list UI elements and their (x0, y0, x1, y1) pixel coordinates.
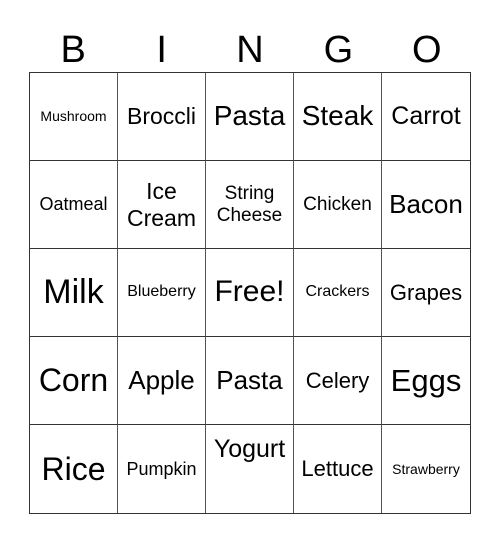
bingo-cell-label: Broccli (126, 103, 196, 130)
bingo-cell[interactable]: Rice (30, 425, 118, 513)
bingo-cell-label: Oatmeal (39, 194, 108, 215)
bingo-cell[interactable]: Carrot (382, 73, 470, 161)
bingo-cell[interactable]: Ice Cream (118, 161, 206, 249)
bingo-cell-label: Bacon (389, 188, 463, 219)
bingo-cell[interactable]: Pumpkin (118, 425, 206, 513)
bingo-cell-label: Apple (128, 364, 195, 395)
bingo-cell-label: Mushroom (40, 108, 107, 125)
bingo-cell-label: Celery (305, 367, 370, 393)
bingo-cell[interactable]: Grapes (382, 249, 470, 337)
free-space-cell[interactable]: Free! (206, 249, 294, 337)
bingo-cell[interactable]: Milk (30, 249, 118, 337)
bingo-cell-label: Free! (214, 275, 285, 309)
bingo-cell-label: Corn (38, 362, 109, 399)
bingo-cell[interactable]: Corn (30, 337, 118, 425)
bingo-cell-label: Yogurt (213, 435, 286, 463)
bingo-cell-label: Eggs (390, 362, 462, 398)
bingo-cell[interactable]: Pasta (206, 73, 294, 161)
bingo-cell-label: Blueberry (127, 283, 196, 301)
bingo-cell-label: Strawberry (392, 460, 460, 477)
bingo-cell-label: Ice Cream (126, 178, 196, 231)
bingo-cell[interactable]: Crackers (294, 249, 382, 337)
bingo-cell[interactable]: Lettuce (294, 425, 382, 513)
bingo-cell[interactable]: Blueberry (118, 249, 206, 337)
bingo-cell-label: Pasta (216, 364, 283, 395)
bingo-cell-label: Pumpkin (126, 458, 197, 479)
bingo-cell[interactable]: Oatmeal (30, 161, 118, 249)
bingo-cell-label: Steak (301, 100, 374, 132)
bingo-cell[interactable]: Chicken (294, 161, 382, 249)
bingo-cell[interactable]: Celery (294, 337, 382, 425)
bingo-cell[interactable]: Mushroom (30, 73, 118, 161)
header-letter-g: G (323, 29, 354, 71)
bingo-cell[interactable]: Yogurt (206, 425, 294, 513)
bingo-cell[interactable]: Apple (118, 337, 206, 425)
bingo-cell[interactable]: Strawberry (382, 425, 470, 513)
bingo-cell-label: Rice (41, 450, 106, 487)
header-letter-i: I (156, 29, 167, 71)
bingo-cell-label: Grapes (389, 279, 463, 305)
bingo-cell-label: String Cheese (216, 182, 283, 226)
bingo-cell-label: Pasta (213, 100, 286, 132)
bingo-cell[interactable]: Broccli (118, 73, 206, 161)
bingo-cell-label: Carrot (391, 102, 461, 131)
header-letter-o: O (412, 29, 442, 71)
bingo-cell[interactable]: String Cheese (206, 161, 294, 249)
bingo-cell-label: Chicken (303, 193, 372, 215)
bingo-cell-label: Crackers (305, 283, 370, 301)
bingo-grid: Mushroom Broccli Pasta Steak Carrot Oatmeal Ic… (29, 72, 471, 514)
bingo-cell[interactable]: Steak (294, 73, 382, 161)
bingo-cell[interactable]: Bacon (382, 161, 470, 249)
header-letter-b: B (60, 29, 86, 71)
bingo-cell-label: Lettuce (301, 456, 374, 482)
bingo-header: B I N G O (29, 28, 471, 72)
header-letter-n: N (236, 29, 264, 71)
bingo-cell[interactable]: Eggs (382, 337, 470, 425)
bingo-cell[interactable]: Pasta (206, 337, 294, 425)
bingo-cell-label: Milk (43, 272, 104, 311)
